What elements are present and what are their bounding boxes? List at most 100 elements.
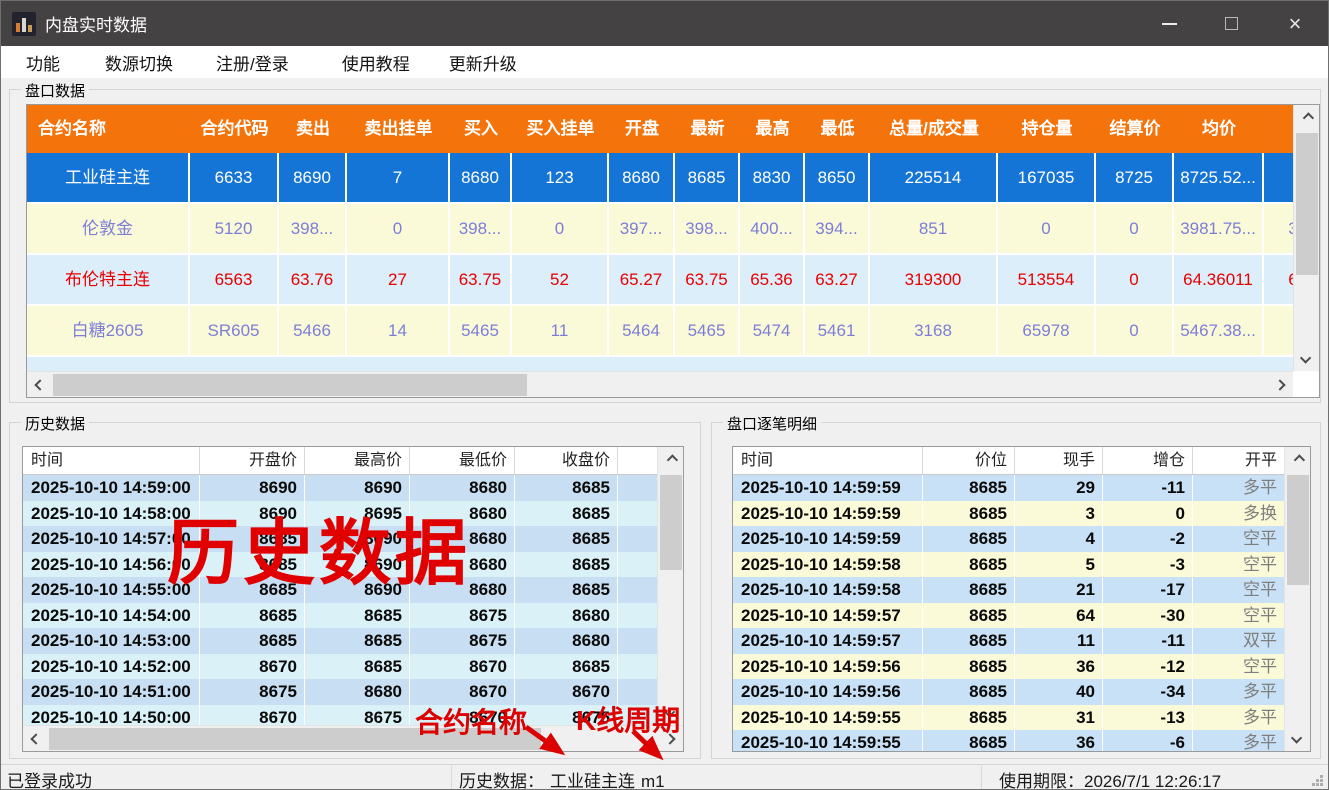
cell: 8690 xyxy=(200,475,305,501)
cell: 8685 xyxy=(515,552,618,578)
cell: -17 xyxy=(1103,577,1193,603)
column-header[interactable]: 开盘价 xyxy=(200,447,305,474)
cell: 布伦特主连 xyxy=(27,255,190,304)
scrollbar-thumb[interactable] xyxy=(1296,133,1318,275)
tick-row[interactable]: 2025-10-10 14:59:5886855-3空平 xyxy=(733,552,1285,578)
cell: 0 xyxy=(1096,204,1174,253)
app-window: 内盘实时数据 × 功能数源切换注册/登录使用教程更新升级 盘口数据 合约名称合约… xyxy=(0,0,1329,790)
column-header[interactable]: 最新 xyxy=(675,105,740,153)
cell: 2025-10-10 14:59:56 xyxy=(733,654,923,680)
column-header[interactable]: 时间 xyxy=(23,447,200,474)
column-header[interactable]: 结算价 xyxy=(1096,105,1174,153)
menu-item[interactable]: 功能 xyxy=(26,50,60,75)
scrollbar-thumb[interactable] xyxy=(660,475,682,570)
column-header[interactable]: 增仓 xyxy=(1103,447,1193,474)
column-header[interactable]: 开平 xyxy=(1193,447,1285,474)
cell: 多平 xyxy=(1193,730,1285,752)
column-header[interactable]: 最低价 xyxy=(410,447,515,474)
history-row[interactable]: 2025-10-10 14:52:008670868586708685536 xyxy=(23,654,684,680)
column-header[interactable]: 卖出 xyxy=(279,105,347,153)
scroll-right-icon[interactable] xyxy=(1267,372,1293,398)
history-row[interactable]: 2025-10-10 14:54:008685868586758680540 xyxy=(23,603,684,629)
tick-row[interactable]: 2025-10-10 14:59:57868564-30空平 xyxy=(733,603,1285,629)
cell: 2025-10-10 14:54:00 xyxy=(23,603,200,629)
menu-item[interactable]: 数源切换 xyxy=(105,50,173,75)
menu-item[interactable]: 更新升级 xyxy=(449,50,517,75)
quote-row[interactable]: 伦敦金5120398...0398...0397...398...400...3… xyxy=(27,204,1320,255)
column-header[interactable]: 合约代码 xyxy=(190,105,279,153)
menu-item[interactable]: 注册/登录 xyxy=(216,50,289,75)
cell: 双平 xyxy=(1193,628,1285,654)
column-header[interactable]: 现手 xyxy=(1015,447,1103,474)
cell: 8685 xyxy=(515,577,618,603)
cell: 8675 xyxy=(410,628,515,654)
quote-row[interactable]: 工业硅主连66338690786801238680868588308650225… xyxy=(27,153,1320,204)
tick-row[interactable]: 2025-10-10 14:59:5986854-2空平 xyxy=(733,526,1285,552)
column-header[interactable]: 最高 xyxy=(740,105,805,153)
column-header[interactable]: 收盘价 xyxy=(515,447,618,474)
tick-panel-title: 盘口逐笔明细 xyxy=(723,413,821,434)
quote-row[interactable]: 布伦特主连656363.762763.755265.2763.7565.3663… xyxy=(27,255,1320,306)
cell: 851 xyxy=(870,204,998,253)
cell: 空平 xyxy=(1193,654,1285,680)
cell: 8690 xyxy=(279,153,347,202)
cell: 多平 xyxy=(1193,705,1285,731)
history-vertical-scrollbar[interactable] xyxy=(657,447,683,725)
minimize-button[interactable] xyxy=(1138,1,1200,46)
resize-grip-icon[interactable] xyxy=(1310,773,1324,787)
tick-row[interactable]: 2025-10-10 14:59:55868536-6多平 xyxy=(733,730,1285,752)
tick-row[interactable]: 2025-10-10 14:59:55868531-13多平 xyxy=(733,705,1285,731)
tick-vertical-scrollbar[interactable] xyxy=(1284,447,1310,751)
quote-horizontal-scrollbar[interactable] xyxy=(27,371,1293,397)
column-header[interactable]: 最高价 xyxy=(305,447,410,474)
tick-row[interactable]: 2025-10-10 14:59:56868536-12空平 xyxy=(733,654,1285,680)
scroll-down-icon[interactable] xyxy=(1285,725,1311,751)
scroll-up-icon[interactable] xyxy=(1294,105,1320,131)
history-status: 历史数据：工业硅主连m1 xyxy=(459,767,671,790)
column-header[interactable]: 买入挂单 xyxy=(512,105,609,153)
cell: 5466 xyxy=(279,306,347,355)
cell: 8685 xyxy=(923,526,1015,552)
scroll-left-icon[interactable] xyxy=(27,372,53,398)
history-row[interactable]: 2025-10-10 14:59:008690869086808685209 xyxy=(23,475,684,501)
column-header[interactable]: 均价 xyxy=(1174,105,1264,153)
column-header[interactable]: 合约名称 xyxy=(27,105,190,153)
quote-vertical-scrollbar[interactable] xyxy=(1293,105,1319,371)
cell: 0 xyxy=(1096,255,1174,304)
login-status: 已登录成功 xyxy=(7,767,92,790)
tick-row[interactable]: 2025-10-10 14:59:56868540-34多平 xyxy=(733,679,1285,705)
cell: 21 xyxy=(1015,577,1103,603)
tick-row[interactable]: 2025-10-10 14:59:59868530多换 xyxy=(733,501,1285,527)
cell: 8670 xyxy=(200,654,305,680)
scroll-left-icon[interactable] xyxy=(23,726,49,752)
tick-row[interactable]: 2025-10-10 14:59:57868511-11双平 xyxy=(733,628,1285,654)
tick-row[interactable]: 2025-10-10 14:59:58868521-17空平 xyxy=(733,577,1285,603)
menu-item[interactable]: 使用教程 xyxy=(342,50,410,75)
maximize-button[interactable] xyxy=(1200,1,1262,46)
tick-row[interactable]: 2025-10-10 14:59:59868529-11多平 xyxy=(733,475,1285,501)
column-header[interactable]: 价位 xyxy=(923,447,1015,474)
quote-row[interactable]: 白糖2605SR60554661454651154645465547454613… xyxy=(27,306,1320,357)
column-header[interactable]: 总量/成交量 xyxy=(870,105,998,153)
column-header[interactable]: 开盘 xyxy=(609,105,675,153)
scroll-up-icon[interactable] xyxy=(1285,447,1311,473)
cell: 8685 xyxy=(515,526,618,552)
cell: 36 xyxy=(1015,730,1103,752)
cell: 8670 xyxy=(410,654,515,680)
cell: 8685 xyxy=(515,654,618,680)
cell: 63.75 xyxy=(675,255,740,304)
column-header[interactable]: 持仓量 xyxy=(998,105,1096,153)
history-row[interactable]: 2025-10-10 14:53:008685868586758680566 xyxy=(23,628,684,654)
scroll-down-icon[interactable] xyxy=(1294,345,1320,371)
column-header[interactable]: 买入 xyxy=(450,105,512,153)
cell: 398... xyxy=(279,204,347,253)
column-header[interactable]: 卖出挂单 xyxy=(347,105,450,153)
scroll-up-icon[interactable] xyxy=(658,447,684,473)
contract-annotation: 合约名称 xyxy=(415,701,527,741)
cell: 63.27 xyxy=(805,255,870,304)
close-button[interactable]: × xyxy=(1262,1,1328,46)
column-header[interactable]: 时间 xyxy=(733,447,923,474)
scrollbar-thumb[interactable] xyxy=(53,374,527,396)
scrollbar-thumb[interactable] xyxy=(1287,475,1309,585)
column-header[interactable]: 最低 xyxy=(805,105,870,153)
